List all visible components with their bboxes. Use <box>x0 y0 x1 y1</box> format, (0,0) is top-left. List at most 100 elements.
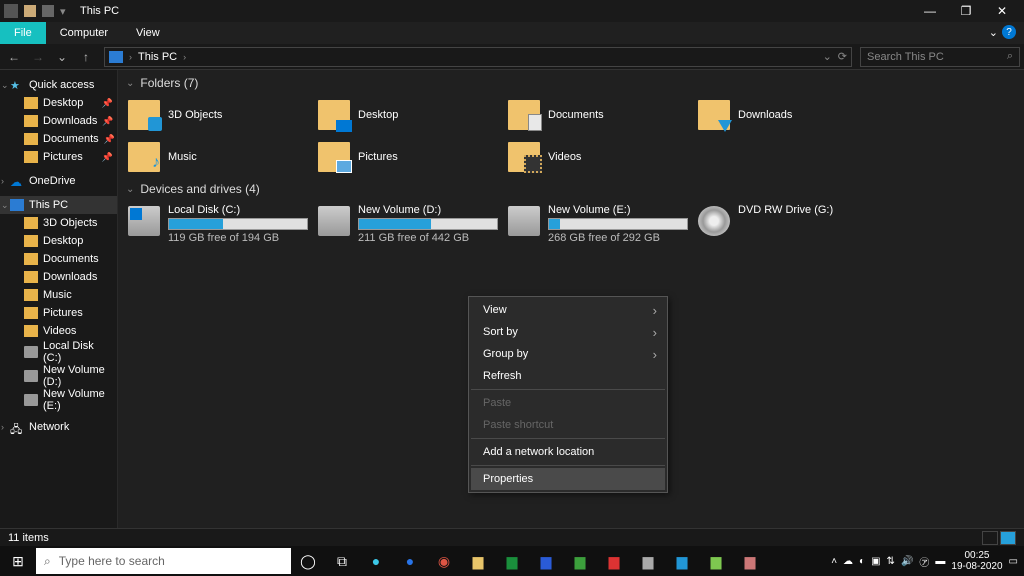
sidebar-item-label: Network <box>29 421 69 433</box>
sidebar-item-pictures[interactable]: Pictures <box>0 304 117 322</box>
folder-music[interactable]: Music <box>126 136 316 178</box>
help-icon[interactable]: ? <box>1002 25 1016 39</box>
search-input[interactable]: Search This PC ⌕ <box>860 47 1020 67</box>
folder-desktop[interactable]: Desktop <box>316 94 506 136</box>
address-bar[interactable]: › This PC › ⌄ ⟳ <box>104 47 852 67</box>
context-item-view[interactable]: View <box>471 299 665 321</box>
context-item-refresh[interactable]: Refresh <box>471 365 665 387</box>
tray-clock[interactable]: 00:25 19-08-2020 <box>951 550 1002 572</box>
sidebar-item-3dobjects[interactable]: 3D Objects <box>0 214 117 232</box>
address-dropdown-icon[interactable]: ⌄ <box>823 50 832 63</box>
sidebar-item-pictures[interactable]: Pictures📌 <box>0 148 117 166</box>
context-item-add-network-location[interactable]: Add a network location <box>471 441 665 463</box>
sidebar-item-videos[interactable]: Videos <box>0 322 117 340</box>
folder-label: Music <box>168 151 197 163</box>
taskbar-app-browser[interactable]: ● <box>393 546 427 576</box>
tray-app-icon[interactable]: ◐ <box>859 556 865 567</box>
sidebar-item-onedrive[interactable]: ›OneDrive <box>0 172 117 190</box>
tray-overflow-icon[interactable]: ˄ <box>831 556 837 567</box>
folder-icon <box>318 100 350 130</box>
folder-icon <box>128 100 160 130</box>
group-header-folders[interactable]: ⌄ Folders (7) <box>118 74 1024 92</box>
drive-new-volume-e-[interactable]: New Volume (E:)268 GB free of 292 GB <box>506 202 696 246</box>
tab-computer[interactable]: Computer <box>46 22 122 44</box>
tray-language-icon[interactable]: ㋐ <box>919 554 929 569</box>
folder-downloads[interactable]: Downloads <box>696 94 886 136</box>
taskbar-search[interactable]: ⌕ Type here to search <box>36 548 291 574</box>
folder-3d-objects[interactable]: 3D Objects <box>126 94 316 136</box>
taskbar-app-word[interactable]: ▆ <box>529 546 563 576</box>
quick-access-toolbar-icon[interactable] <box>24 5 36 17</box>
sidebar-item-desktop[interactable]: Desktop📌 <box>0 94 117 112</box>
sidebar-item-label: Pictures <box>43 307 83 319</box>
clock-time: 00:25 <box>951 550 1002 561</box>
sidebar-item-label: Local Disk (C:) <box>43 340 113 364</box>
recent-locations-button[interactable]: ⌄ <box>52 47 72 67</box>
taskview-icon[interactable]: ⧉ <box>325 546 359 576</box>
sidebar-item-label: Downloads <box>43 115 97 127</box>
tray-network-icon[interactable]: ⇅ <box>887 556 895 567</box>
tray-meet-icon[interactable]: ▣ <box>871 556 880 567</box>
sidebar-item-downloads[interactable]: Downloads📌 <box>0 112 117 130</box>
drive-new-volume-d-[interactable]: New Volume (D:)211 GB free of 442 GB <box>316 202 506 246</box>
chevron-right-icon[interactable]: › <box>183 52 186 62</box>
folder-label: Pictures <box>358 151 398 163</box>
sidebar-item-downloads[interactable]: Downloads <box>0 268 117 286</box>
taskbar-app-excel[interactable]: ▆ <box>495 546 529 576</box>
close-button[interactable]: ✕ <box>984 0 1020 22</box>
sidebar-item-thispc[interactable]: ⌄This PC <box>0 196 117 214</box>
refresh-button[interactable]: ⟳ <box>838 50 847 63</box>
sidebar-item-quickaccess[interactable]: ⌄Quick access <box>0 76 117 94</box>
taskbar-app-vscode[interactable]: ▆ <box>665 546 699 576</box>
taskbar-app-android[interactable]: ▆ <box>699 546 733 576</box>
context-item-sortby[interactable]: Sort by <box>471 321 665 343</box>
taskbar-app-chrome[interactable]: ◉ <box>427 546 461 576</box>
tab-view[interactable]: View <box>122 22 174 44</box>
taskbar-app-unknown[interactable]: ▆ <box>733 546 767 576</box>
details-view-icon[interactable] <box>982 531 998 545</box>
maximize-button[interactable]: ❐ <box>948 0 984 22</box>
sidebar-item-documents[interactable]: Documents <box>0 250 117 268</box>
sidebar-item-music[interactable]: Music <box>0 286 117 304</box>
taskbar-app-terminal[interactable]: ▆ <box>631 546 665 576</box>
tray-volume-icon[interactable]: 🔊 <box>901 556 913 567</box>
taskbar-app-explorer[interactable]: ▆ <box>461 546 495 576</box>
folder-pictures[interactable]: Pictures <box>316 136 506 178</box>
folder-videos[interactable]: Videos <box>506 136 696 178</box>
up-button[interactable]: ↑ <box>76 47 96 67</box>
context-item-groupby[interactable]: Group by <box>471 343 665 365</box>
sidebar-item-newvolume-e[interactable]: New Volume (E:) <box>0 388 117 412</box>
sidebar-item-newvolume-d[interactable]: New Volume (D:) <box>0 364 117 388</box>
tray-notifications-icon[interactable]: ▭ <box>1009 556 1018 567</box>
drive-local-disk-c-[interactable]: Local Disk (C:)119 GB free of 194 GB <box>126 202 316 246</box>
ribbon-tabs: File Computer View ⌄ ? <box>0 22 1024 44</box>
taskbar-app-edge[interactable]: ● <box>359 546 393 576</box>
folder-icon <box>318 142 350 172</box>
sidebar-item-desktop[interactable]: Desktop <box>0 232 117 250</box>
context-item-properties[interactable]: Properties <box>471 468 665 490</box>
folder-documents[interactable]: Documents <box>506 94 696 136</box>
large-icons-view-icon[interactable] <box>1000 531 1016 545</box>
sidebar-item-documents[interactable]: Documents📌 <box>0 130 117 148</box>
minimize-button[interactable]: — <box>912 0 948 22</box>
taskbar-app-anydesk[interactable]: ▆ <box>597 546 631 576</box>
cortana-icon[interactable]: ◯ <box>291 546 325 576</box>
tray-battery-icon[interactable]: ▬ <box>935 556 945 567</box>
back-button[interactable]: ← <box>4 47 24 67</box>
search-icon: ⌕ <box>1007 50 1013 63</box>
tab-file[interactable]: File <box>0 22 46 44</box>
ribbon-expand-icon[interactable]: ⌄ <box>989 26 998 39</box>
chevron-right-icon[interactable]: › <box>129 52 132 62</box>
group-header-drives[interactable]: ⌄ Devices and drives (4) <box>118 180 1024 198</box>
taskbar-app-camtasia[interactable]: ▆ <box>563 546 597 576</box>
breadcrumb[interactable]: This PC <box>138 51 177 63</box>
group-label: Devices and drives (4) <box>140 182 259 196</box>
sidebar-item-network[interactable]: ›Network <box>0 418 117 436</box>
quick-access-toolbar-icon[interactable] <box>42 5 54 17</box>
drive-icon <box>508 206 540 236</box>
drive-dvd-rw-drive-g-[interactable]: DVD RW Drive (G:) <box>696 202 886 246</box>
sidebar-item-localdisk-c[interactable]: Local Disk (C:) <box>0 340 117 364</box>
tray-onedrive-icon[interactable]: ☁ <box>843 556 853 567</box>
quick-access-toolbar-dropdown[interactable]: ▾ <box>60 5 72 17</box>
start-button[interactable]: ⊞ <box>0 553 36 570</box>
